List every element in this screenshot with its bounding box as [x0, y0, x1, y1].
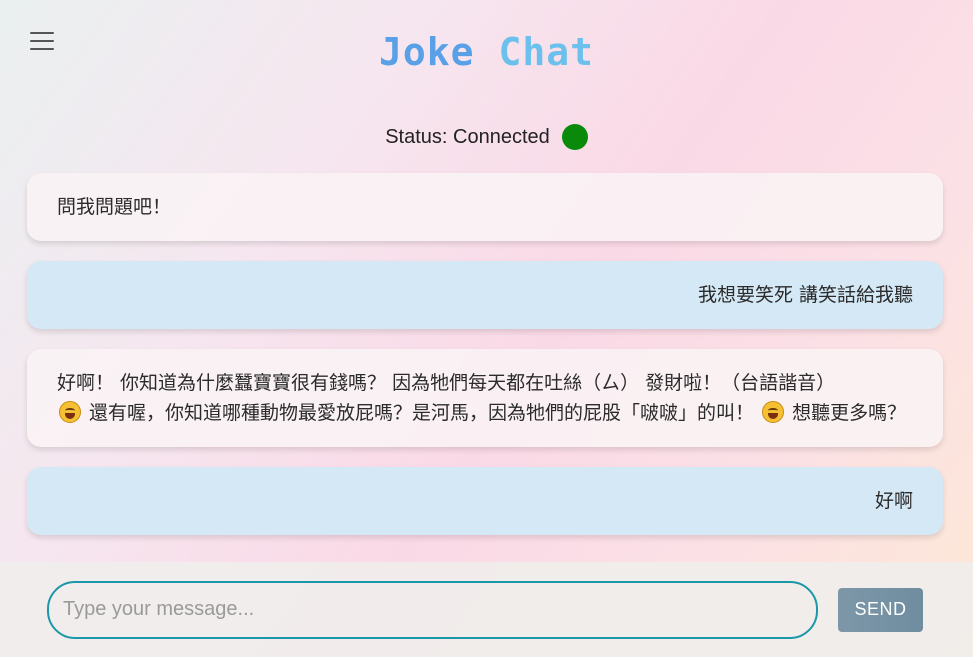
status-indicator-icon	[561, 124, 588, 150]
message-text: 問我問題吧！	[57, 196, 172, 218]
bot-message: 問我問題吧！	[27, 173, 943, 241]
rolling-laughing-emoji-icon	[59, 401, 81, 423]
grinning-squinting-emoji-icon	[762, 401, 785, 423]
user-message: 我想要笑死 講笑話給我聽	[27, 261, 943, 329]
composer-bar: SEND	[0, 562, 973, 657]
message-input[interactable]	[47, 580, 818, 639]
message-text: 我想要笑死 講笑話給我聽	[697, 284, 913, 306]
message-text: 好啊	[874, 490, 913, 512]
message-text: 好啊！ 你知道為什麼蠶寶寶很有錢嗎？ 因為牠們每天都在吐絲（ㄙ） 發財啦！（台語…	[57, 372, 836, 394]
status-label: Status: Connected	[385, 125, 550, 148]
bot-message: 好啊！ 你知道為什麼蠶寶寶很有錢嗎？ 因為牠們每天都在吐絲（ㄙ） 發財啦！（台語…	[27, 349, 943, 447]
send-button[interactable]: SEND	[838, 587, 923, 632]
message-text: 還有喔，你知道哪種動物最愛放屁嗎？是河馬，因為牠們的屁股「啵啵」的叫！	[83, 402, 761, 424]
message-text: 想聽更多嗎？	[786, 402, 907, 424]
message-list: 問我問題吧！ 我想要笑死 講笑話給我聽 好啊！ 你知道為什麼蠶寶寶很有錢嗎？ 因…	[27, 173, 943, 555]
user-message: 好啊	[27, 467, 943, 535]
connection-status: Status: Connected	[0, 124, 973, 150]
app-title-word-1: Joke	[379, 30, 475, 74]
app-title: Joke Chat	[0, 30, 973, 74]
app-title-word-2: Chat	[498, 30, 594, 74]
